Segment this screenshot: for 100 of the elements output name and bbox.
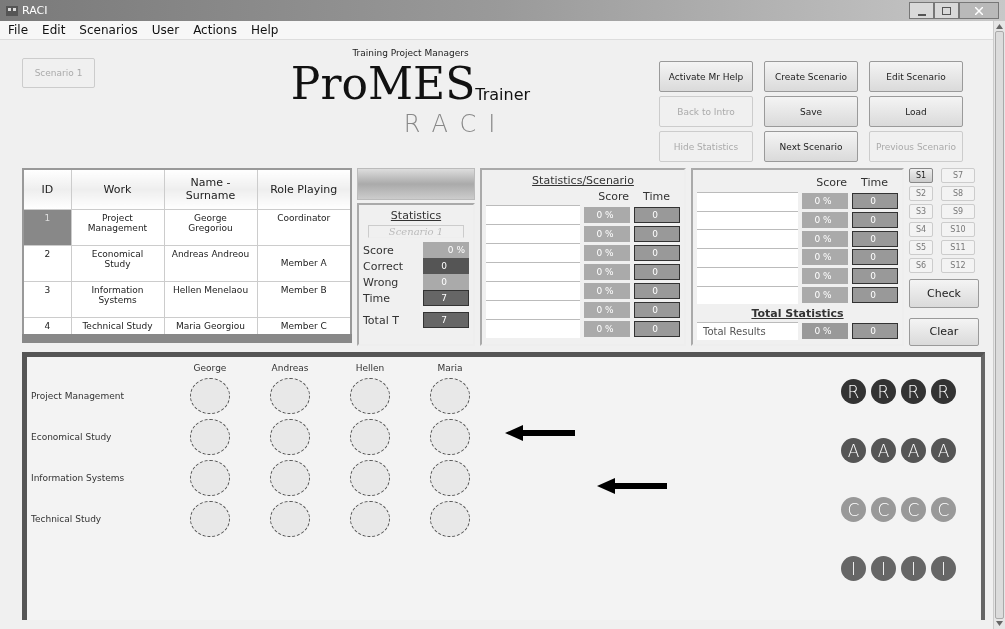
drop-slot[interactable] <box>270 418 310 455</box>
table-cell[interactable]: 3 <box>23 281 71 317</box>
scroll-down-icon[interactable] <box>996 621 1003 626</box>
column-header: Score <box>816 176 848 190</box>
action-button[interactable]: Edit Scenario <box>869 61 963 92</box>
column-header: Role Playing <box>257 169 351 209</box>
role-token[interactable]: R <box>841 379 866 404</box>
drop-slot[interactable] <box>430 459 470 496</box>
drop-slot[interactable] <box>270 377 310 414</box>
menu-item[interactable]: Edit <box>42 23 66 37</box>
role-token[interactable]: A <box>931 438 956 463</box>
table-cell: Andreas Andreou <box>164 245 257 281</box>
minimize-icon <box>917 13 926 16</box>
logo-title: ProMES <box>290 58 476 110</box>
action-button[interactable]: Save <box>764 96 858 127</box>
drop-slot[interactable] <box>350 377 390 414</box>
role-token[interactable]: R <box>871 379 896 404</box>
drop-slot[interactable] <box>270 500 310 537</box>
menu-item[interactable]: Scenarios <box>79 23 138 37</box>
role-token[interactable]: A <box>871 438 896 463</box>
table-cell: Hellen Menelaou <box>164 281 257 317</box>
table-cell: Economical Study <box>71 245 164 281</box>
drop-slot[interactable] <box>430 418 470 455</box>
table-cell: Member B <box>257 281 351 317</box>
panel-title: Statistics/Scenario <box>531 174 635 187</box>
role-token[interactable]: R <box>901 379 926 404</box>
score-value: 0 % <box>584 301 630 318</box>
time-value: 0 <box>852 211 898 228</box>
time-value: 0 <box>852 230 898 247</box>
action-button[interactable]: Create Scenario <box>764 61 858 92</box>
person-name: Andreas <box>271 363 309 373</box>
stat-label: Total T <box>363 313 399 327</box>
maximize-button[interactable] <box>934 2 959 19</box>
app-icon <box>6 5 18 16</box>
score-value: 0 % <box>584 263 630 280</box>
stat-value: 0 <box>423 258 469 274</box>
menu-item[interactable]: Help <box>250 23 279 37</box>
role-token[interactable]: R <box>931 379 956 404</box>
score-value: 0 % <box>584 225 630 242</box>
column-header: Score <box>598 189 630 203</box>
column-header: Name - Surname <box>164 169 257 209</box>
logo-subtitle: Trainer <box>475 85 531 104</box>
action-button[interactable]: Activate Mr Help <box>659 61 753 92</box>
time-value: 0 <box>852 286 898 303</box>
score-value: 0 % <box>802 230 848 247</box>
person-name: Hellen <box>355 363 385 373</box>
drop-slot[interactable] <box>190 459 230 496</box>
score-value: 0 % <box>802 323 848 340</box>
menu-item[interactable]: Actions <box>193 23 237 37</box>
table-cell[interactable]: 2 <box>23 245 71 281</box>
person-name: George <box>193 363 227 373</box>
menu-item[interactable]: File <box>8 23 29 37</box>
score-value: 0 % <box>584 244 630 261</box>
close-button[interactable] <box>959 2 999 19</box>
drop-slot[interactable] <box>430 377 470 414</box>
stat-value: 0 % <box>423 242 469 258</box>
time-value: 0 <box>852 249 898 266</box>
task-label: Project Management <box>30 390 125 401</box>
total-label: Total Results <box>697 322 798 341</box>
score-value: 0 % <box>802 268 848 285</box>
side-button[interactable]: Clear <box>909 317 979 346</box>
role-token[interactable]: I <box>901 556 926 581</box>
drop-slot[interactable] <box>190 418 230 455</box>
stat-label: Correct <box>363 259 404 273</box>
column-header: ID <box>23 169 71 209</box>
stat-value: 7 <box>423 290 469 306</box>
drop-slot[interactable] <box>190 377 230 414</box>
scenario-tab[interactable]: S1 <box>909 168 933 183</box>
menu-item[interactable]: User <box>151 23 180 37</box>
table-cell: Coordinator <box>257 209 351 245</box>
side-button[interactable]: Check <box>909 279 979 308</box>
role-token[interactable]: I <box>841 556 866 581</box>
drop-slot[interactable] <box>270 459 310 496</box>
drop-slot[interactable] <box>190 500 230 537</box>
drop-slot[interactable] <box>430 500 470 537</box>
drop-slot[interactable] <box>350 418 390 455</box>
stat-label: Time <box>363 291 390 305</box>
action-button[interactable]: Load <box>869 96 963 127</box>
time-value: 0 <box>852 193 898 210</box>
table-cell: Information Systems <box>71 281 164 317</box>
time-value: 0 <box>634 320 680 337</box>
drop-slot[interactable] <box>350 500 390 537</box>
score-value: 0 % <box>584 320 630 337</box>
module-title: RACI <box>403 110 508 138</box>
time-value: 0 <box>634 206 680 223</box>
time-value: 0 <box>634 244 680 261</box>
scroll-up-icon[interactable] <box>996 24 1003 29</box>
minimize-button[interactable] <box>909 2 934 19</box>
score-value: 0 % <box>802 286 848 303</box>
role-token[interactable]: A <box>901 438 926 463</box>
drop-slot[interactable] <box>350 459 390 496</box>
window-title: RACI <box>22 4 48 17</box>
task-label: Economical Study <box>30 431 113 442</box>
stat-label: Score <box>363 243 394 257</box>
role-token[interactable]: A <box>841 438 866 463</box>
action-button[interactable]: Next Scenario <box>764 131 858 162</box>
score-value: 0 % <box>802 249 848 266</box>
role-token[interactable]: I <box>871 556 896 581</box>
role-token[interactable]: I <box>931 556 956 581</box>
score-value: 0 % <box>584 282 630 299</box>
